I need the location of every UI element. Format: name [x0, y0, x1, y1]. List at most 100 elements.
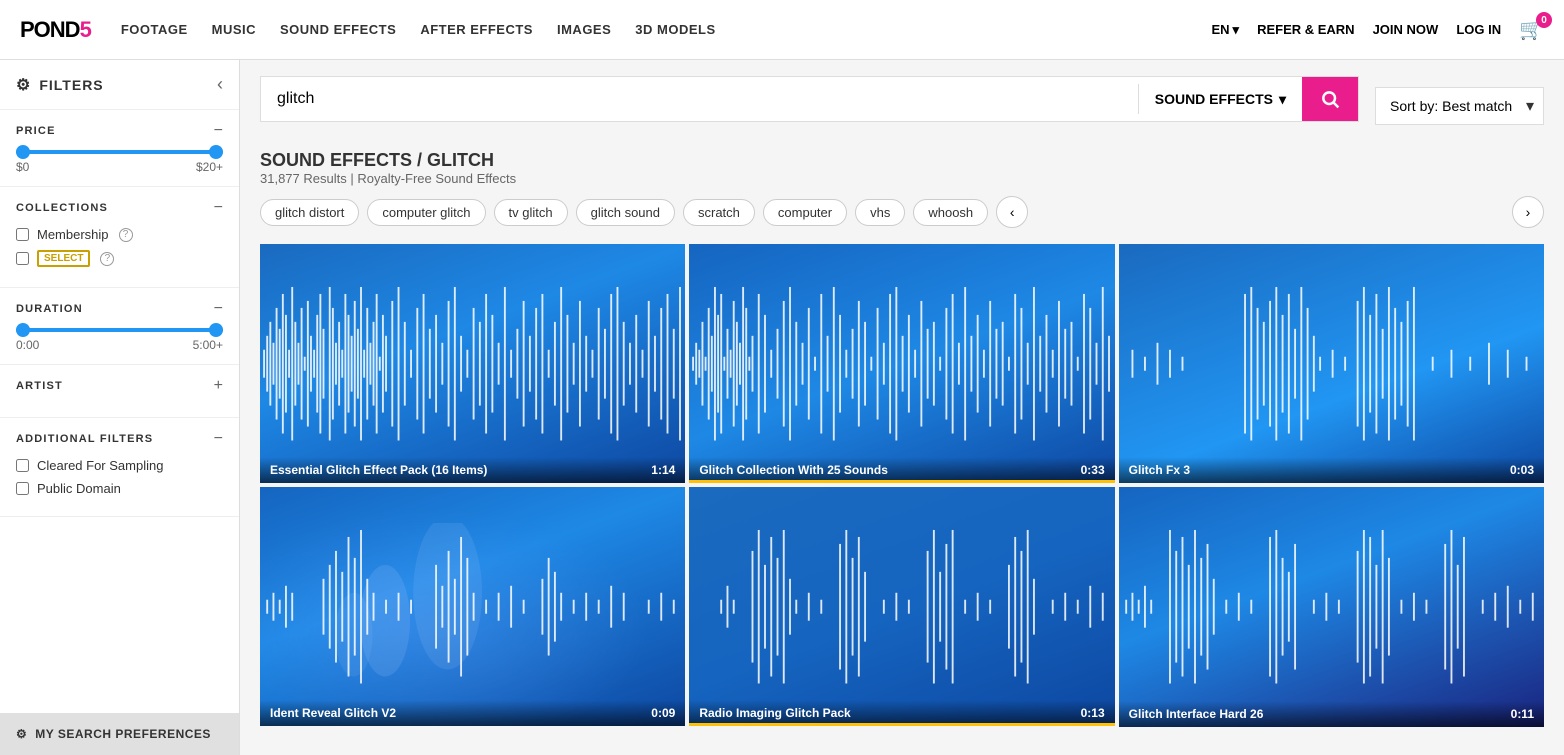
tag-glitch-distort[interactable]: glitch distort	[260, 199, 359, 226]
search-prefs-label: MY SEARCH PREFERENCES	[35, 727, 211, 741]
cleared-sampling-label: Cleared For Sampling	[37, 458, 163, 473]
select-checkbox[interactable]	[16, 252, 29, 265]
price-toggle-icon: −	[214, 122, 223, 140]
duration-slider-track	[16, 328, 223, 332]
card-duration-1: 1:14	[651, 463, 675, 477]
tags-next-button[interactable]: ›	[1512, 196, 1544, 228]
chevron-down-icon: ▾	[1233, 22, 1240, 38]
artist-section-header[interactable]: ARTIST +	[16, 377, 223, 395]
tag-vhs[interactable]: vhs	[855, 199, 905, 226]
public-domain-checkbox[interactable]	[16, 482, 29, 495]
price-section-header[interactable]: PRICE −	[16, 122, 223, 140]
language-button[interactable]: EN ▾	[1211, 22, 1239, 38]
result-card-4[interactable]: Ident Reveal Glitch V2 0:09	[260, 487, 685, 726]
collections-section-label: COLLECTIONS	[16, 202, 108, 214]
search-input[interactable]	[261, 78, 1138, 120]
duration-min-label: 0:00	[16, 338, 39, 352]
result-card-6[interactable]: Glitch Interface Hard 26 0:11	[1119, 487, 1544, 726]
membership-help-icon[interactable]: ?	[119, 228, 133, 242]
tag-tv-glitch[interactable]: tv glitch	[494, 199, 568, 226]
tag-glitch-sound[interactable]: glitch sound	[576, 199, 675, 226]
card-duration-4: 0:09	[651, 706, 675, 720]
duration-range-labels: 0:00 5:00+	[16, 338, 223, 352]
collections-toggle-icon: −	[214, 199, 223, 217]
membership-checkbox[interactable]	[16, 228, 29, 241]
sort-select[interactable]: Sort by: Best match Most recent Most pop…	[1375, 87, 1544, 125]
cleared-sampling-checkbox[interactable]	[16, 459, 29, 472]
waveform-svg-1	[260, 280, 685, 447]
artist-filter-section: ARTIST +	[0, 365, 239, 418]
chevron-down-icon: ▾	[1279, 91, 1286, 108]
duration-toggle-icon: −	[214, 300, 223, 318]
login-button[interactable]: LOG IN	[1456, 22, 1501, 37]
price-slider-thumb-min[interactable]	[16, 145, 30, 159]
search-preferences-button[interactable]: ⚙ MY SEARCH PREFERENCES	[0, 713, 239, 755]
refer-earn-button[interactable]: REFER & EARN	[1257, 22, 1355, 37]
cleared-sampling-checkbox-item[interactable]: Cleared For Sampling	[16, 458, 223, 473]
result-description: Royalty-Free Sound Effects	[357, 171, 516, 186]
card-waveform-2	[689, 244, 1114, 483]
tag-computer[interactable]: computer	[763, 199, 847, 226]
search-bar-wrapper: SOUND EFFECTS ▾	[260, 76, 1359, 136]
tag-scratch[interactable]: scratch	[683, 199, 755, 226]
join-now-button[interactable]: JOIN NOW	[1373, 22, 1439, 37]
waveform-svg-6	[1119, 523, 1544, 690]
page-layout: ⚙ FILTERS ‹ PRICE − $0 $20+ COL	[0, 60, 1564, 755]
collections-filter-section: COLLECTIONS − Membership ? SELECT ?	[0, 187, 239, 288]
duration-section-header[interactable]: DURATION −	[16, 300, 223, 318]
artist-toggle-icon: +	[214, 377, 223, 395]
duration-slider-thumb-min[interactable]	[16, 323, 30, 337]
select-help-icon[interactable]: ?	[100, 252, 114, 266]
card-waveform-3	[1119, 244, 1544, 483]
result-card-5[interactable]: Radio Imaging Glitch Pack 0:13	[689, 487, 1114, 726]
price-max-label: $20+	[196, 160, 223, 174]
select-checkbox-item[interactable]: SELECT ?	[16, 250, 223, 267]
nav-images[interactable]: IMAGES	[557, 22, 611, 37]
additional-toggle-icon: −	[214, 430, 223, 448]
card-duration-5: 0:13	[1081, 706, 1105, 720]
price-section-label: PRICE	[16, 125, 56, 137]
public-domain-label: Public Domain	[37, 481, 121, 496]
card-duration-2: 0:33	[1081, 463, 1105, 477]
results-grid: Essential Glitch Effect Pack (16 Items) …	[260, 244, 1544, 727]
card-info-3: Glitch Fx 3 0:03	[1119, 457, 1544, 483]
price-slider-fill	[16, 150, 223, 154]
cart-badge: 0	[1536, 12, 1552, 28]
additional-section-header[interactable]: ADDITIONAL FILTERS −	[16, 430, 223, 448]
logo[interactable]: POND5	[20, 17, 91, 43]
tags-prev-button[interactable]: ‹	[996, 196, 1028, 228]
sidebar-collapse-button[interactable]: ‹	[217, 74, 223, 95]
result-card-1[interactable]: Essential Glitch Effect Pack (16 Items) …	[260, 244, 685, 483]
result-card-2[interactable]: Glitch Collection With 25 Sounds 0:33	[689, 244, 1114, 483]
duration-slider-fill	[16, 328, 223, 332]
duration-slider-thumb-max[interactable]	[209, 323, 223, 337]
card-waveform-6	[1119, 487, 1544, 726]
price-slider-thumb-max[interactable]	[209, 145, 223, 159]
nav-music[interactable]: MUSIC	[212, 22, 256, 37]
card-title-4: Ident Reveal Glitch V2	[270, 706, 396, 720]
artist-section-label: ARTIST	[16, 380, 63, 392]
filter-icon: ⚙	[16, 75, 31, 95]
tag-whoosh[interactable]: whoosh	[913, 199, 988, 226]
search-category-button[interactable]: SOUND EFFECTS ▾	[1139, 91, 1302, 108]
search-submit-button[interactable]	[1302, 77, 1358, 121]
nav-3d-models[interactable]: 3D MODELS	[635, 22, 715, 37]
card-waveform-5	[689, 487, 1114, 726]
cart-button[interactable]: 🛒 0	[1519, 17, 1544, 42]
membership-checkbox-item[interactable]: Membership ?	[16, 227, 223, 242]
tags-container: glitch distort computer glitch tv glitch…	[260, 196, 1544, 228]
breadcrumb-separator: /	[417, 150, 427, 170]
tag-computer-glitch[interactable]: computer glitch	[367, 199, 485, 226]
public-domain-checkbox-item[interactable]: Public Domain	[16, 481, 223, 496]
card-duration-6: 0:11	[1511, 707, 1534, 721]
nav-footage[interactable]: FOOTAGE	[121, 22, 188, 37]
price-range-labels: $0 $20+	[16, 160, 223, 174]
result-card-3[interactable]: Glitch Fx 3 0:03	[1119, 244, 1544, 483]
waveform-svg-5	[689, 523, 1114, 690]
waveform-svg-3	[1119, 280, 1544, 447]
collections-section-header[interactable]: COLLECTIONS −	[16, 199, 223, 217]
card-title-5: Radio Imaging Glitch Pack	[699, 706, 850, 720]
nav-sound-effects[interactable]: SOUND EFFECTS	[280, 22, 396, 37]
nav-after-effects[interactable]: AFTER EFFECTS	[420, 22, 533, 37]
breadcrumb-section[interactable]: SOUND EFFECTS	[260, 150, 412, 170]
